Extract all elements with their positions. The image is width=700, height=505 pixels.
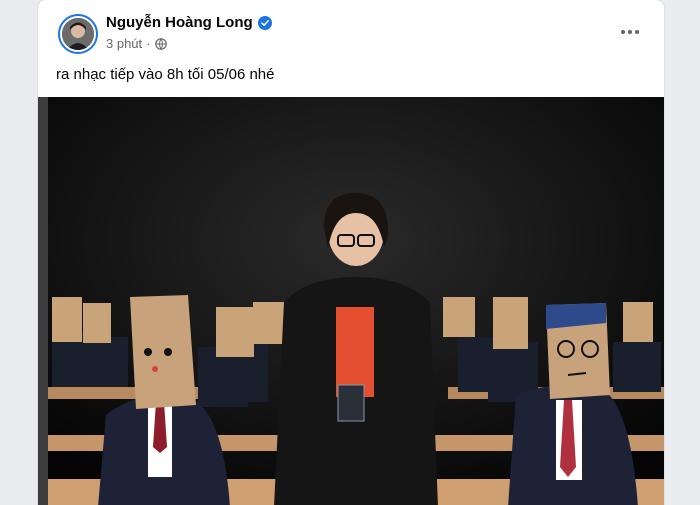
post-photo[interactable] bbox=[38, 97, 664, 505]
meta-separator: · bbox=[146, 36, 151, 51]
post-header: Nguyễn Hoàng Long 3 phút · bbox=[38, 0, 664, 60]
post-caption: ra nhạc tiếp vào 8h tối 05/06 nhé bbox=[56, 66, 275, 83]
author-name[interactable]: Nguyễn Hoàng Long bbox=[106, 14, 253, 31]
avatar-image bbox=[62, 18, 94, 50]
author-row: Nguyễn Hoàng Long bbox=[106, 14, 272, 31]
more-horizontal-icon[interactable] bbox=[618, 20, 642, 44]
verified-badge-icon bbox=[257, 15, 272, 30]
author-avatar[interactable] bbox=[58, 14, 98, 54]
post-card: Nguyễn Hoàng Long 3 phút · ra nhạc tiếp … bbox=[38, 0, 664, 505]
globe-icon[interactable] bbox=[154, 37, 167, 50]
post-meta: 3 phút · bbox=[106, 36, 167, 51]
post-timestamp[interactable]: 3 phút bbox=[106, 36, 142, 51]
